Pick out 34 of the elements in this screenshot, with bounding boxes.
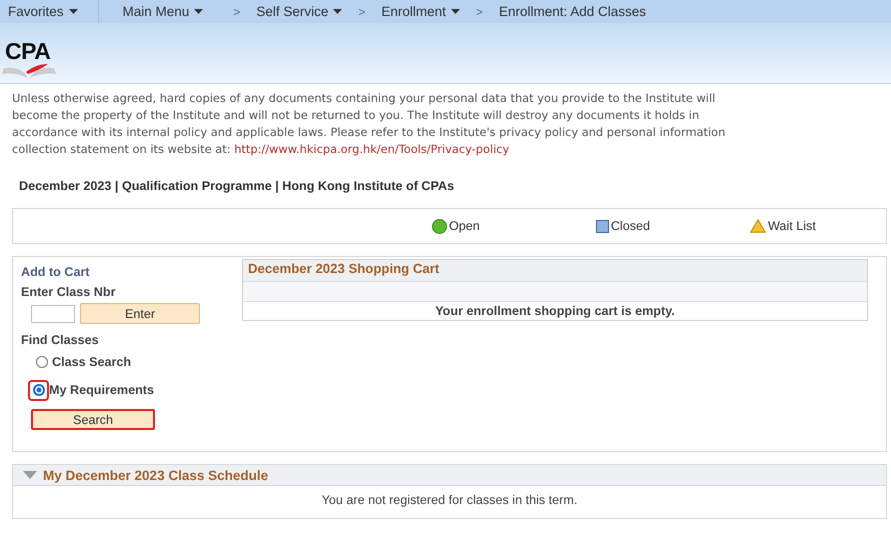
- class-number-field[interactable]: [31, 304, 75, 322]
- legend-label: Open: [449, 219, 480, 233]
- caret-icon: [333, 9, 342, 14]
- cart-empty-message: Your enrollment shopping cart is empty.: [434, 303, 676, 318]
- radio-label[interactable]: My Requirements: [49, 383, 154, 397]
- breadcrumb-separator: >: [233, 4, 240, 18]
- collapse-icon[interactable]: [23, 471, 37, 479]
- caret-icon: [68, 9, 78, 14]
- nav-link[interactable]: Self Service: [256, 4, 342, 19]
- radio-button[interactable]: [34, 354, 50, 370]
- schedule-empty-message: You are not registered for classes in this term.: [322, 493, 578, 507]
- legend-label: Wait List: [768, 219, 816, 233]
- enter-button[interactable]: Enter: [80, 303, 200, 324]
- nav-link[interactable]: Enrollment: [381, 4, 460, 19]
- logo: CPA: [2, 38, 56, 82]
- schedule-title: My December 2023 Class Schedule: [43, 468, 268, 482]
- legend-label: Closed: [610, 219, 650, 233]
- search-button[interactable]: Search: [31, 409, 155, 430]
- radio-button[interactable]: [30, 382, 47, 398]
- cart-title: December 2023 Shopping Cart: [243, 260, 867, 282]
- privacy-notice: Unless otherwise agreed, hard copies of any documents containing your personal data that you provide to the Institute will become the property of the Institute and will not be returned to you. The Institute will destroy any documents it holds in accordance with its internal policy and applicable laws. Please refer to the Institute's privacy policy and personal information collection statement on its website at: http://www.hkicpa.org.hk/en/Tools/Privacy-policy: [12, 90, 726, 158]
- privacy-policy-link[interactable]: http://www.hkicpa.org.hk/en/Tools/Privacy-policy: [234, 142, 510, 156]
- term-title: December 2023 | Qualification Programme | Hong Kong Institute of CPAs: [19, 179, 456, 193]
- breadcrumb-separator: >: [358, 4, 366, 18]
- field-label: Enter Class Nbr: [21, 285, 116, 299]
- radio-label[interactable]: Class Search: [52, 355, 132, 369]
- caret-icon: [194, 9, 204, 14]
- section-title: Find Classes: [21, 333, 100, 347]
- breadcrumb-separator: >: [476, 4, 483, 18]
- nav-link[interactable]: Main Menu: [122, 4, 204, 19]
- nav-link[interactable]: Enrollment: Add Classes: [498, 4, 646, 19]
- section-title: Add to Cart: [21, 265, 91, 279]
- caret-icon: [450, 9, 460, 14]
- nav-link[interactable]: Favorites: [8, 4, 78, 19]
